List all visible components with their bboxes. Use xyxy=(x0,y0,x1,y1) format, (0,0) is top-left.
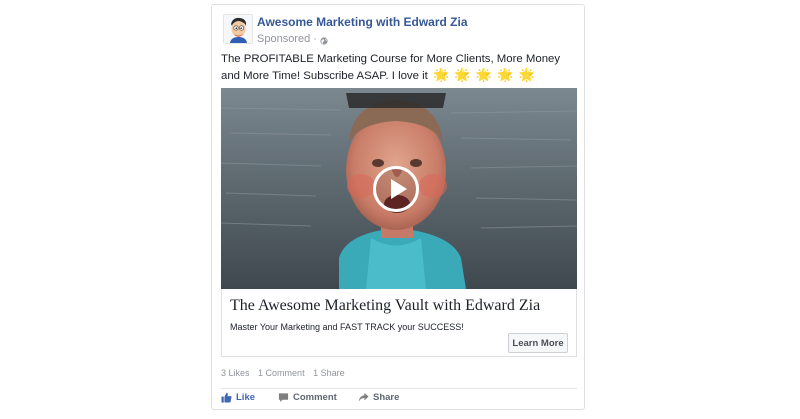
link-title[interactable]: The Awesome Marketing Vault with Edward … xyxy=(230,297,540,315)
thumbs-up-icon xyxy=(221,392,232,403)
like-label: Like xyxy=(236,392,256,403)
comment-button[interactable]: Comment xyxy=(278,392,337,403)
likes-count[interactable]: 3 Likes xyxy=(221,368,250,378)
like-button[interactable]: Like xyxy=(221,392,255,403)
sponsored-label[interactable]: Sponsored xyxy=(257,33,310,45)
comment-label: Comment xyxy=(293,392,337,403)
engagement-stats: 3 Likes 1 Comment 1 Share xyxy=(221,368,351,378)
page-name-link[interactable]: Awesome Marketing with Edward Zia xyxy=(257,15,468,29)
star-emoji-icon: 🌟 xyxy=(454,66,471,82)
post-message: The PROFITABLE Marketing Course for More… xyxy=(221,52,571,84)
link-preview[interactable]: The Awesome Marketing Vault with Edward … xyxy=(221,289,577,357)
share-button[interactable]: Share xyxy=(358,392,399,403)
learn-more-button[interactable]: Learn More xyxy=(508,333,568,353)
post-header: Awesome Marketing with Edward Zia Sponso… xyxy=(222,13,576,49)
comments-count[interactable]: 1 Comment xyxy=(258,368,305,378)
star-emoji-icon: 🌟 xyxy=(497,66,514,82)
globe-icon xyxy=(320,36,328,45)
divider xyxy=(221,388,577,389)
play-button[interactable] xyxy=(372,165,420,213)
sponsored-row: Sponsored · xyxy=(257,33,328,45)
comment-bubble-icon xyxy=(278,392,289,403)
link-description: Master Your Marketing and FAST TRACK you… xyxy=(230,322,464,332)
play-icon xyxy=(373,166,419,212)
shares-count[interactable]: 1 Share xyxy=(313,368,345,378)
star-emoji-icon: 🌟 xyxy=(433,66,450,82)
sponsored-post-card: Awesome Marketing with Edward Zia Sponso… xyxy=(211,4,585,410)
page-avatar[interactable] xyxy=(223,14,253,44)
cartoon-avatar-icon xyxy=(224,15,252,43)
video-player[interactable] xyxy=(221,88,577,289)
separator: · xyxy=(313,33,317,45)
star-emoji-icon: 🌟 xyxy=(518,66,535,82)
star-emoji-icon: 🌟 xyxy=(475,66,492,82)
share-arrow-icon xyxy=(358,392,369,403)
share-label: Share xyxy=(373,392,400,403)
action-bar: Like Comment Share xyxy=(221,392,577,408)
